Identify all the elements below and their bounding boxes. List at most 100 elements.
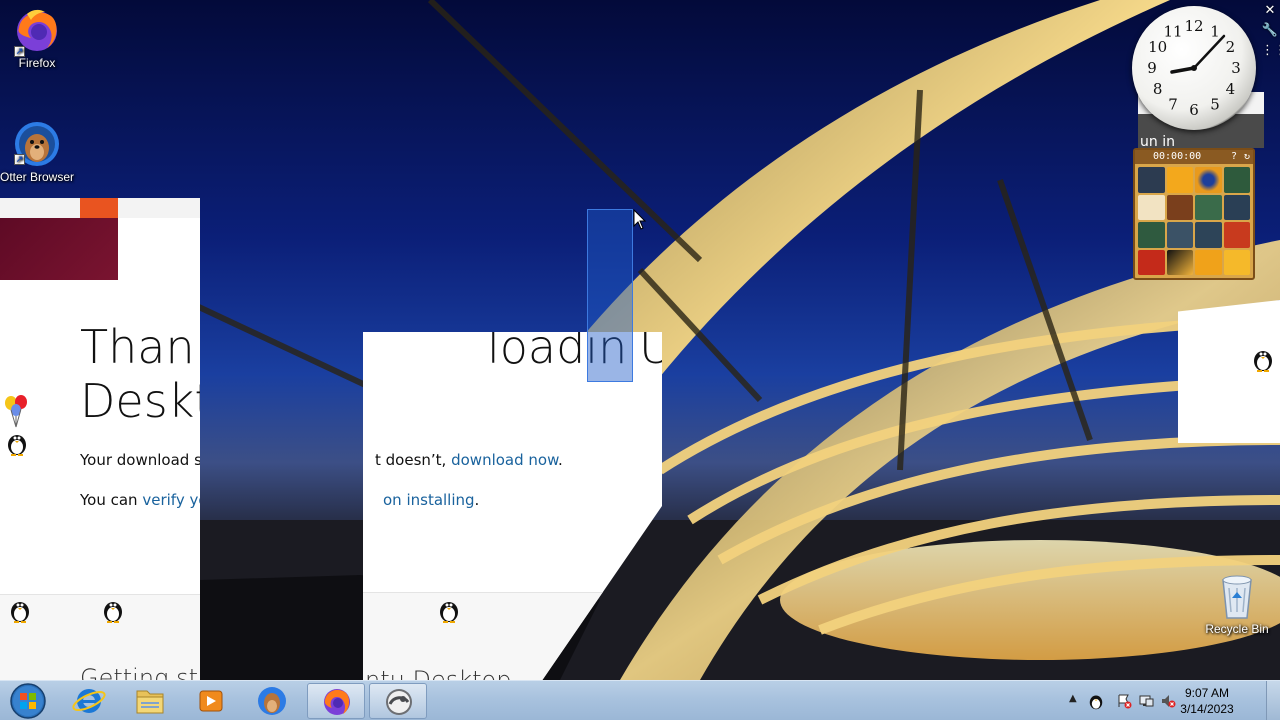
desktop-icon-otter-browser[interactable]: ↗ Otter Browser xyxy=(0,120,74,184)
clock-hour-hand xyxy=(1170,66,1196,74)
verify-line-fragment: You can verify yo xyxy=(80,491,200,509)
desktop-icon-label: Firefox xyxy=(18,56,56,70)
otter-browser-icon xyxy=(258,687,286,715)
download-now-link[interactable]: download now xyxy=(451,451,558,469)
clock-numeral: 3 xyxy=(1231,59,1241,77)
taskbar-media-player[interactable] xyxy=(182,683,240,719)
puzzle-tile[interactable] xyxy=(1166,222,1193,248)
tray-clock[interactable]: 9:07 AM 3/14/2023 xyxy=(1172,685,1242,717)
puzzle-header: 00:00:00 ? ↻ xyxy=(1135,150,1253,164)
clock-gadget[interactable]: 12 1 2 3 4 5 6 7 8 9 10 11 xyxy=(1132,6,1256,130)
action-center-icon[interactable] xyxy=(1116,693,1132,709)
network-icon[interactable] xyxy=(1138,693,1154,709)
taskbar-steam[interactable] xyxy=(369,683,427,719)
clock-numeral: 8 xyxy=(1153,80,1163,98)
puzzle-timer: 00:00:00 xyxy=(1153,151,1202,162)
shuffle-icon[interactable]: ↻ xyxy=(1244,150,1250,164)
start-button[interactable] xyxy=(4,682,52,720)
clock-numeral: 1 xyxy=(1210,23,1220,41)
taskbar: ▲ 9:07 AM 3/14/2023 xyxy=(0,680,1280,720)
heading-fragment-u: U xyxy=(639,332,662,374)
windows-orb-icon xyxy=(10,683,46,719)
puzzle-tile[interactable] xyxy=(1195,222,1222,248)
penguin-icon xyxy=(1254,351,1272,372)
shortcut-arrow-icon: ↗ xyxy=(14,46,25,57)
media-player-icon xyxy=(199,690,223,712)
desktop-icon-recycle-bin[interactable]: Recycle Bin xyxy=(1200,572,1274,636)
verify-link-fragment[interactable]: verify yo xyxy=(142,491,200,509)
clock-numeral: 7 xyxy=(1168,95,1178,113)
firefox-icon xyxy=(324,689,350,715)
ubuntu-aubergine-banner xyxy=(0,218,118,280)
balloons-icon xyxy=(5,395,27,428)
footer-heading-fragment-2: ntu Desktop xyxy=(365,666,512,680)
clock-numeral: 4 xyxy=(1226,80,1236,98)
download-line-end: . xyxy=(557,451,563,469)
ubuntu-orange-tab xyxy=(80,198,118,218)
penguin-icon xyxy=(11,602,29,623)
clock-numeral: 9 xyxy=(1147,59,1157,77)
puzzle-tile[interactable] xyxy=(1138,249,1165,275)
penguin-tray-icon[interactable] xyxy=(1088,692,1104,710)
desktop-icon-label: Recycle Bin xyxy=(1205,622,1269,636)
puzzle-tile[interactable] xyxy=(1223,194,1250,220)
puzzle-tile[interactable] xyxy=(1223,249,1250,275)
internet-explorer-icon xyxy=(72,689,106,713)
shortcut-arrow-icon: ↗ xyxy=(14,154,25,165)
puzzle-tile[interactable] xyxy=(1223,222,1250,248)
show-hidden-icons-icon[interactable]: ▲ xyxy=(1069,693,1077,704)
recycle-bin-icon xyxy=(1222,575,1252,619)
puzzle-tile[interactable] xyxy=(1195,167,1222,193)
clock-hub xyxy=(1191,65,1197,71)
puzzle-tile[interactable] xyxy=(1166,249,1193,275)
download-line-fragment: Your download s xyxy=(80,451,200,469)
puzzle-tile[interactable] xyxy=(1138,167,1165,193)
help-icon[interactable]: ? xyxy=(1231,150,1237,164)
clock-numeral: 10 xyxy=(1148,38,1167,56)
installing-line-end: . xyxy=(474,491,480,509)
clock-numeral: 12 xyxy=(1184,17,1203,35)
footer-heading-fragment: Getting st xyxy=(80,664,199,680)
taskbar-internet-explorer[interactable] xyxy=(60,683,118,719)
puzzle-tile[interactable] xyxy=(1166,194,1193,220)
puzzle-tile[interactable] xyxy=(1223,167,1250,193)
selection-rectangle xyxy=(587,209,633,382)
taskbar-otter-browser[interactable] xyxy=(243,683,301,719)
clock-face: 12 12 3 45678 9 1011 xyxy=(1147,17,1241,119)
gadget-toolbar: ✕ 🔧 ⋮⋮ xyxy=(1260,0,1280,70)
clock-numeral: 2 xyxy=(1226,38,1236,56)
clock-numeral: 6 xyxy=(1189,101,1199,119)
puzzle-tile[interactable] xyxy=(1195,249,1222,275)
mouse-cursor-icon xyxy=(633,209,647,230)
puzzle-tile[interactable] xyxy=(1138,194,1165,220)
taskbar-firefox[interactable] xyxy=(307,683,365,719)
heading-fragment-deskt: Deskt xyxy=(80,374,200,428)
puzzle-tile[interactable] xyxy=(1166,167,1193,193)
close-icon[interactable]: ✕ xyxy=(1261,2,1279,20)
tray-time: 9:07 AM xyxy=(1184,686,1230,700)
clock-numeral: 5 xyxy=(1210,95,1220,113)
wrench-icon[interactable]: 🔧 xyxy=(1261,22,1279,40)
puzzle-tile[interactable] xyxy=(1138,222,1165,248)
system-tray: ▲ 9:07 AM 3/14/2023 xyxy=(1060,681,1280,720)
desktop-icon-firefox[interactable]: ↗ Firefox xyxy=(0,6,74,70)
folder-icon xyxy=(136,690,164,714)
puzzle-tile[interactable] xyxy=(1195,194,1222,220)
picture-puzzle-gadget[interactable]: 00:00:00 ? ↻ xyxy=(1133,148,1255,280)
penguin-icon xyxy=(440,602,458,623)
desktop-icon-label: Otter Browser xyxy=(0,170,75,184)
tray-date: 3/14/2023 xyxy=(1180,702,1234,716)
penguin-icon xyxy=(8,435,26,456)
taskbar-file-explorer[interactable] xyxy=(121,683,179,719)
clock-minute-hand xyxy=(1192,34,1226,70)
installing-link[interactable]: on installing xyxy=(383,491,475,509)
download-line-mid: t doesn’t, xyxy=(375,451,447,469)
verify-line-prefix: You can xyxy=(80,491,138,509)
installing-line: on installing. xyxy=(383,491,479,509)
penguin-icon xyxy=(104,602,122,623)
clock-numeral: 11 xyxy=(1163,23,1182,41)
show-desktop-button[interactable] xyxy=(1266,681,1280,720)
heading-fragment-thank: Thank xyxy=(80,320,200,374)
drag-handle-icon[interactable]: ⋮⋮ xyxy=(1261,42,1280,60)
puzzle-tiles xyxy=(1135,164,1253,278)
